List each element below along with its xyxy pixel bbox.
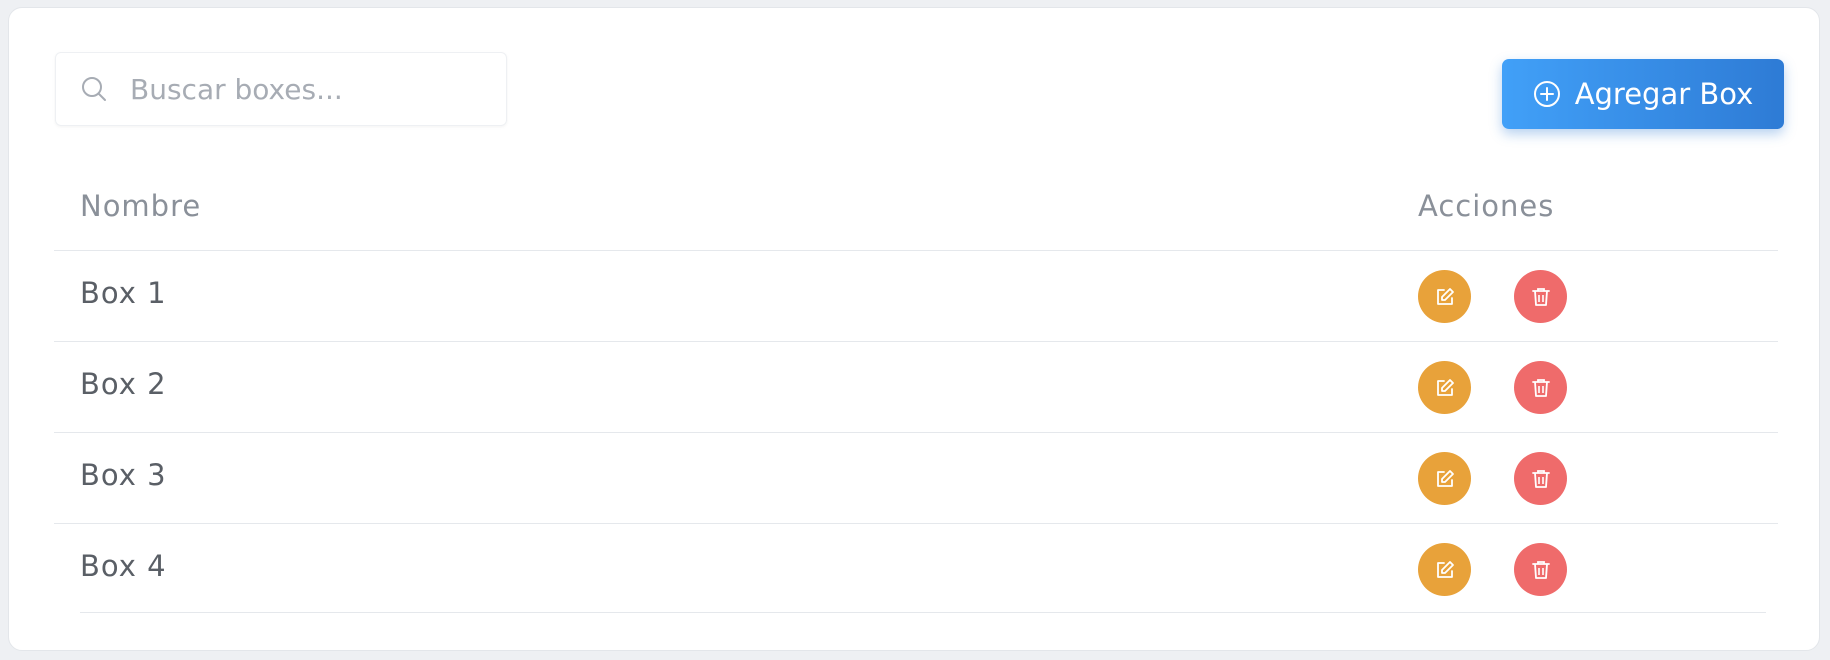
trash-icon xyxy=(1531,560,1550,579)
boxes-card: Agregar Box Nombre Acciones Box 1 xyxy=(8,7,1820,651)
column-header-actions: Acciones xyxy=(1418,189,1555,223)
edit-button[interactable] xyxy=(1418,270,1471,323)
edit-icon xyxy=(1436,469,1454,487)
edit-icon xyxy=(1436,378,1454,396)
table-row: Box 2 xyxy=(54,342,1778,433)
search-box[interactable] xyxy=(55,52,507,126)
row-name: Box 3 xyxy=(80,458,167,492)
delete-button[interactable] xyxy=(1514,543,1567,596)
search-icon xyxy=(80,74,110,104)
delete-button[interactable] xyxy=(1514,361,1567,414)
add-box-label: Agregar Box xyxy=(1574,77,1754,111)
trash-icon xyxy=(1531,469,1550,488)
table-header: Nombre Acciones xyxy=(54,179,1778,251)
row-name: Box 2 xyxy=(80,367,167,401)
trash-icon xyxy=(1531,378,1550,397)
plus-circle-icon xyxy=(1533,80,1561,108)
edit-icon xyxy=(1436,287,1454,305)
table-row: Box 1 xyxy=(54,251,1778,342)
add-box-button[interactable]: Agregar Box xyxy=(1502,59,1784,129)
search-input[interactable] xyxy=(130,72,490,106)
trash-icon xyxy=(1531,287,1550,306)
edit-icon xyxy=(1436,560,1454,578)
table-row: Box 3 xyxy=(54,433,1778,524)
table-body: Box 1 Box 2 Box 3 Box 4 xyxy=(54,251,1778,615)
table-bottom-divider xyxy=(80,612,1766,613)
column-header-name: Nombre xyxy=(80,189,202,223)
row-name: Box 4 xyxy=(80,549,167,583)
edit-button[interactable] xyxy=(1418,452,1471,505)
row-name: Box 1 xyxy=(80,276,167,310)
table-row: Box 4 xyxy=(54,524,1778,615)
edit-button[interactable] xyxy=(1418,543,1471,596)
delete-button[interactable] xyxy=(1514,452,1567,505)
edit-button[interactable] xyxy=(1418,361,1471,414)
delete-button[interactable] xyxy=(1514,270,1567,323)
